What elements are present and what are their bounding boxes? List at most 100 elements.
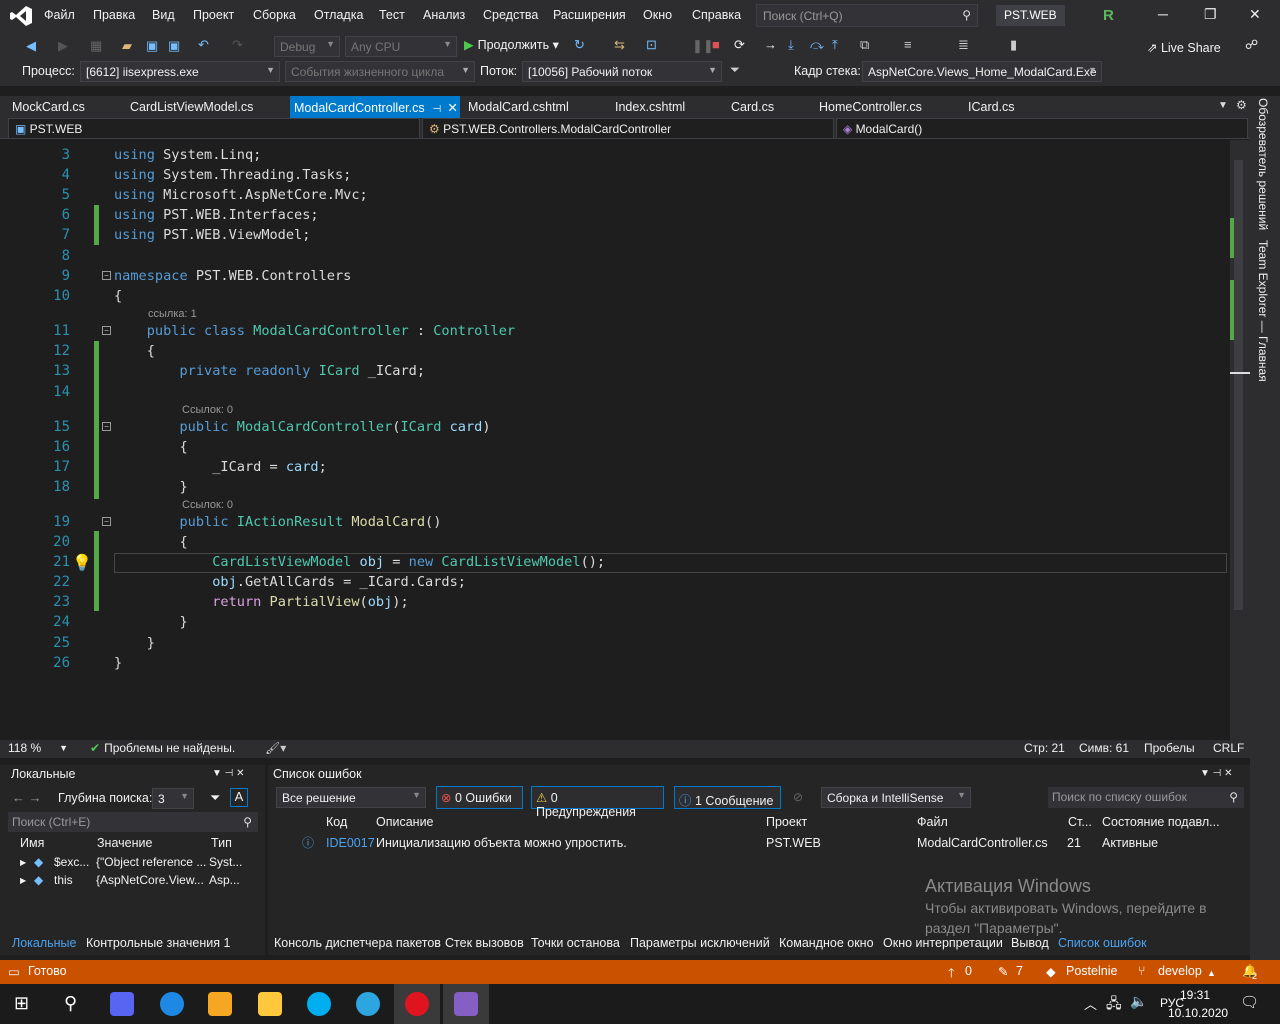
lifecycle-events-combo[interactable]: События жизненного цикла ▼ (285, 61, 475, 82)
code-line[interactable]: { (114, 288, 122, 304)
tab-modalcardcontroller[interactable]: ModalCardController.cs ⊣ ✕ (290, 96, 460, 118)
col-type[interactable]: Тип (211, 836, 232, 850)
clear-filter-icon[interactable]: ⊘ (793, 790, 803, 804)
step-over-icon[interactable]: ⤼ (810, 37, 824, 53)
minimize-icon[interactable]: ─ (1158, 6, 1168, 22)
messages-filter-button[interactable]: ⓘ 1 Сообщение (674, 786, 781, 809)
undo-icon[interactable]: ↶ (198, 37, 209, 53)
new-item-icon[interactable]: ▦ (90, 38, 102, 54)
restart-icon[interactable]: ⟳ (734, 37, 745, 53)
panel-menu-icon[interactable]: ▼ ⊣ ✕ (212, 768, 245, 779)
stop-icon[interactable]: ■ (712, 37, 720, 52)
branch-name[interactable]: develop (1158, 964, 1202, 978)
forward-icon[interactable]: ▶ (58, 38, 68, 54)
codelens-references[interactable]: Ссылок: 0 (182, 499, 233, 511)
redo-icon[interactable]: ↷ (232, 37, 243, 53)
lightbulb-icon[interactable]: 💡 (72, 553, 92, 573)
col-suppression-state[interactable]: Состояние подавл... (1102, 815, 1220, 829)
solution-explorer-tab[interactable]: Обозреватель решений (1256, 98, 1270, 230)
bookmark-icon[interactable]: ▮ (1010, 37, 1017, 53)
table-row[interactable]: ▶ ◆ $exc... {"Object reference ... Syst.… (8, 853, 244, 871)
platform-combo[interactable]: Any CPU ▼ (345, 36, 457, 57)
tray-chevron-up-icon[interactable]: ︿ (1084, 994, 1097, 1013)
code-line[interactable]: } (114, 655, 122, 671)
menu-edit[interactable]: Правка (93, 8, 135, 22)
tab-icard[interactable]: ICard.cs (968, 96, 1015, 118)
code-line[interactable]: return PartialView(obj); (114, 594, 408, 610)
code-line[interactable]: _ICard = card; (114, 459, 327, 475)
table-row[interactable]: ▶ ◆ this {AspNetCore.View... Asp... (8, 871, 244, 889)
save-icon[interactable]: ▣ (146, 38, 158, 54)
warnings-filter-button[interactable]: ⚠ 0 Предупреждения (531, 786, 664, 819)
menu-window[interactable]: Окно (643, 8, 672, 22)
fold-icon[interactable]: − (102, 422, 111, 431)
back-icon[interactable]: ◀ (26, 38, 36, 54)
tab-package-manager-console[interactable]: Консоль диспетчера пакетов (274, 936, 441, 950)
depth-combo[interactable]: 3 ▼ (152, 788, 194, 809)
menu-debug[interactable]: Отладка (314, 8, 363, 22)
eol-indicator[interactable]: CRLF (1213, 741, 1244, 755)
liveshare-button[interactable]: ⇗ Live Share (1147, 40, 1221, 55)
expand-icon[interactable]: ▶ (20, 858, 26, 867)
error-search-input[interactable]: Поиск по списку ошибок ⚲ (1048, 787, 1244, 808)
screenshot-icon[interactable]: ⊡ (646, 37, 657, 53)
skype-icon[interactable] (307, 992, 331, 1016)
pin-icon[interactable]: ⊣ (433, 104, 442, 115)
code-line[interactable]: CardListViewModel obj = new CardListView… (114, 554, 605, 570)
filter-icon[interactable]: ⏷ (730, 63, 740, 78)
telegram-icon[interactable] (356, 992, 380, 1016)
locals-search-input[interactable]: Поиск (Ctrl+E) ⚲ (8, 812, 258, 832)
menu-help[interactable]: Справка (692, 8, 741, 22)
menu-tools[interactable]: Средства (483, 8, 538, 22)
code-line[interactable]: public class ModalCardController : Contr… (114, 323, 515, 339)
tab-command-window[interactable]: Командное окно (779, 936, 874, 950)
feedback-icon[interactable]: ☍ (1245, 37, 1258, 53)
fold-icon[interactable]: − (102, 271, 111, 280)
step-out-icon[interactable]: ⤒ (832, 37, 838, 53)
open-icon[interactable]: ▰ (122, 38, 132, 54)
save-all-icon[interactable]: ▣ (168, 38, 180, 54)
code-line[interactable]: { (114, 439, 187, 455)
scroll-thumb[interactable] (1234, 160, 1243, 610)
code-line[interactable]: obj.GetAllCards = _ICard.Cards; (114, 574, 466, 590)
search-icon[interactable]: ⚲ (64, 993, 77, 1014)
show-next-statement-icon[interactable]: → (764, 37, 777, 52)
menu-view[interactable]: Вид (152, 8, 175, 22)
zoom-combo[interactable]: 118 % ▼ (8, 741, 68, 755)
network-icon[interactable]: 🖧 (1106, 993, 1122, 1017)
tab-index-cshtml[interactable]: Index.cshtml (615, 96, 685, 118)
thread-combo[interactable]: [10056] Рабочий поток ▼ (522, 61, 722, 82)
code-line[interactable]: using System.Threading.Tasks; (114, 167, 351, 183)
close-tab-icon[interactable]: ✕ (447, 101, 457, 115)
tab-call-stack[interactable]: Стек вызовов (445, 936, 524, 950)
line-indicator[interactable]: Стр: 21 (1024, 741, 1065, 755)
pause-icon[interactable]: ❚❚ (692, 38, 714, 54)
code-line[interactable]: } (114, 479, 187, 495)
col-code[interactable]: Код (326, 815, 347, 829)
whitespace-indicator[interactable]: Пробелы (1144, 741, 1195, 755)
tab-modalcard-cshtml[interactable]: ModalCard.cshtml (468, 96, 569, 118)
opera-icon[interactable] (405, 992, 429, 1016)
code-line[interactable]: { (114, 343, 155, 359)
browser-link-icon[interactable]: ⇆ (614, 37, 625, 53)
tab-error-list[interactable]: Список ошибок (1058, 936, 1147, 950)
menu-analyze[interactable]: Анализ (423, 8, 465, 22)
col-file[interactable]: Файл (917, 815, 948, 829)
sublime-text-icon[interactable] (208, 992, 232, 1016)
code-line[interactable]: } (114, 635, 155, 651)
health-indicator[interactable]: ✔ Проблемы не найдены. (90, 741, 235, 755)
tab-homecontroller[interactable]: HomeController.cs (819, 96, 922, 118)
type-dropdown[interactable]: ⚙ PST.WEB.Controllers.ModalCardControlle… (422, 118, 834, 139)
errors-filter-button[interactable]: ⊗ 0 Ошибки (436, 786, 523, 809)
menu-project[interactable]: Проект (193, 8, 234, 22)
col-description[interactable]: Описание (376, 815, 434, 829)
editor-scrollbar[interactable] (1230, 140, 1250, 740)
tab-immediate-window[interactable]: Окно интерпретации (883, 936, 1003, 950)
maximize-icon[interactable]: ❐ (1204, 6, 1217, 23)
expand-icon[interactable]: ▶ (20, 876, 26, 885)
scope-combo[interactable]: Все решение ▼ (276, 787, 426, 808)
discord-icon[interactable] (110, 992, 134, 1016)
team-explorer-tab[interactable]: Team Explorer — Главная (1256, 240, 1270, 382)
hot-reload-icon[interactable]: ⧉ (860, 37, 869, 53)
config-combo[interactable]: Debug ▼ (274, 36, 340, 57)
